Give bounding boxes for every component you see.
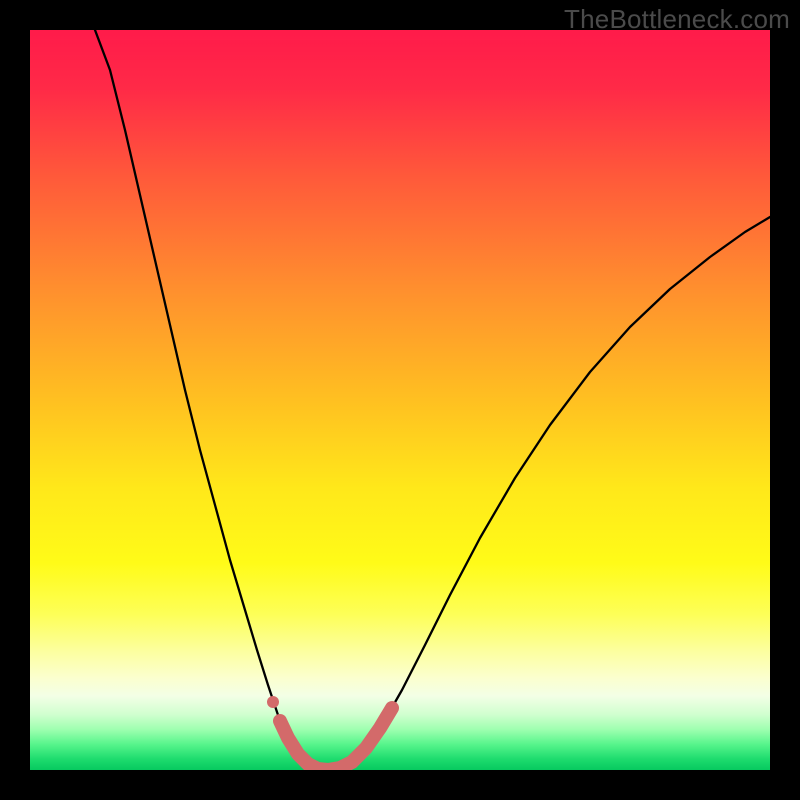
- chart-plot: [30, 30, 770, 770]
- series-highlight-left-dot-marker: [267, 696, 279, 708]
- watermark-text: TheBottleneck.com: [564, 4, 790, 35]
- series-bottleneck-curve: [95, 30, 770, 770]
- chart-frame: [30, 30, 770, 770]
- series-highlight-bottom: [280, 708, 392, 770]
